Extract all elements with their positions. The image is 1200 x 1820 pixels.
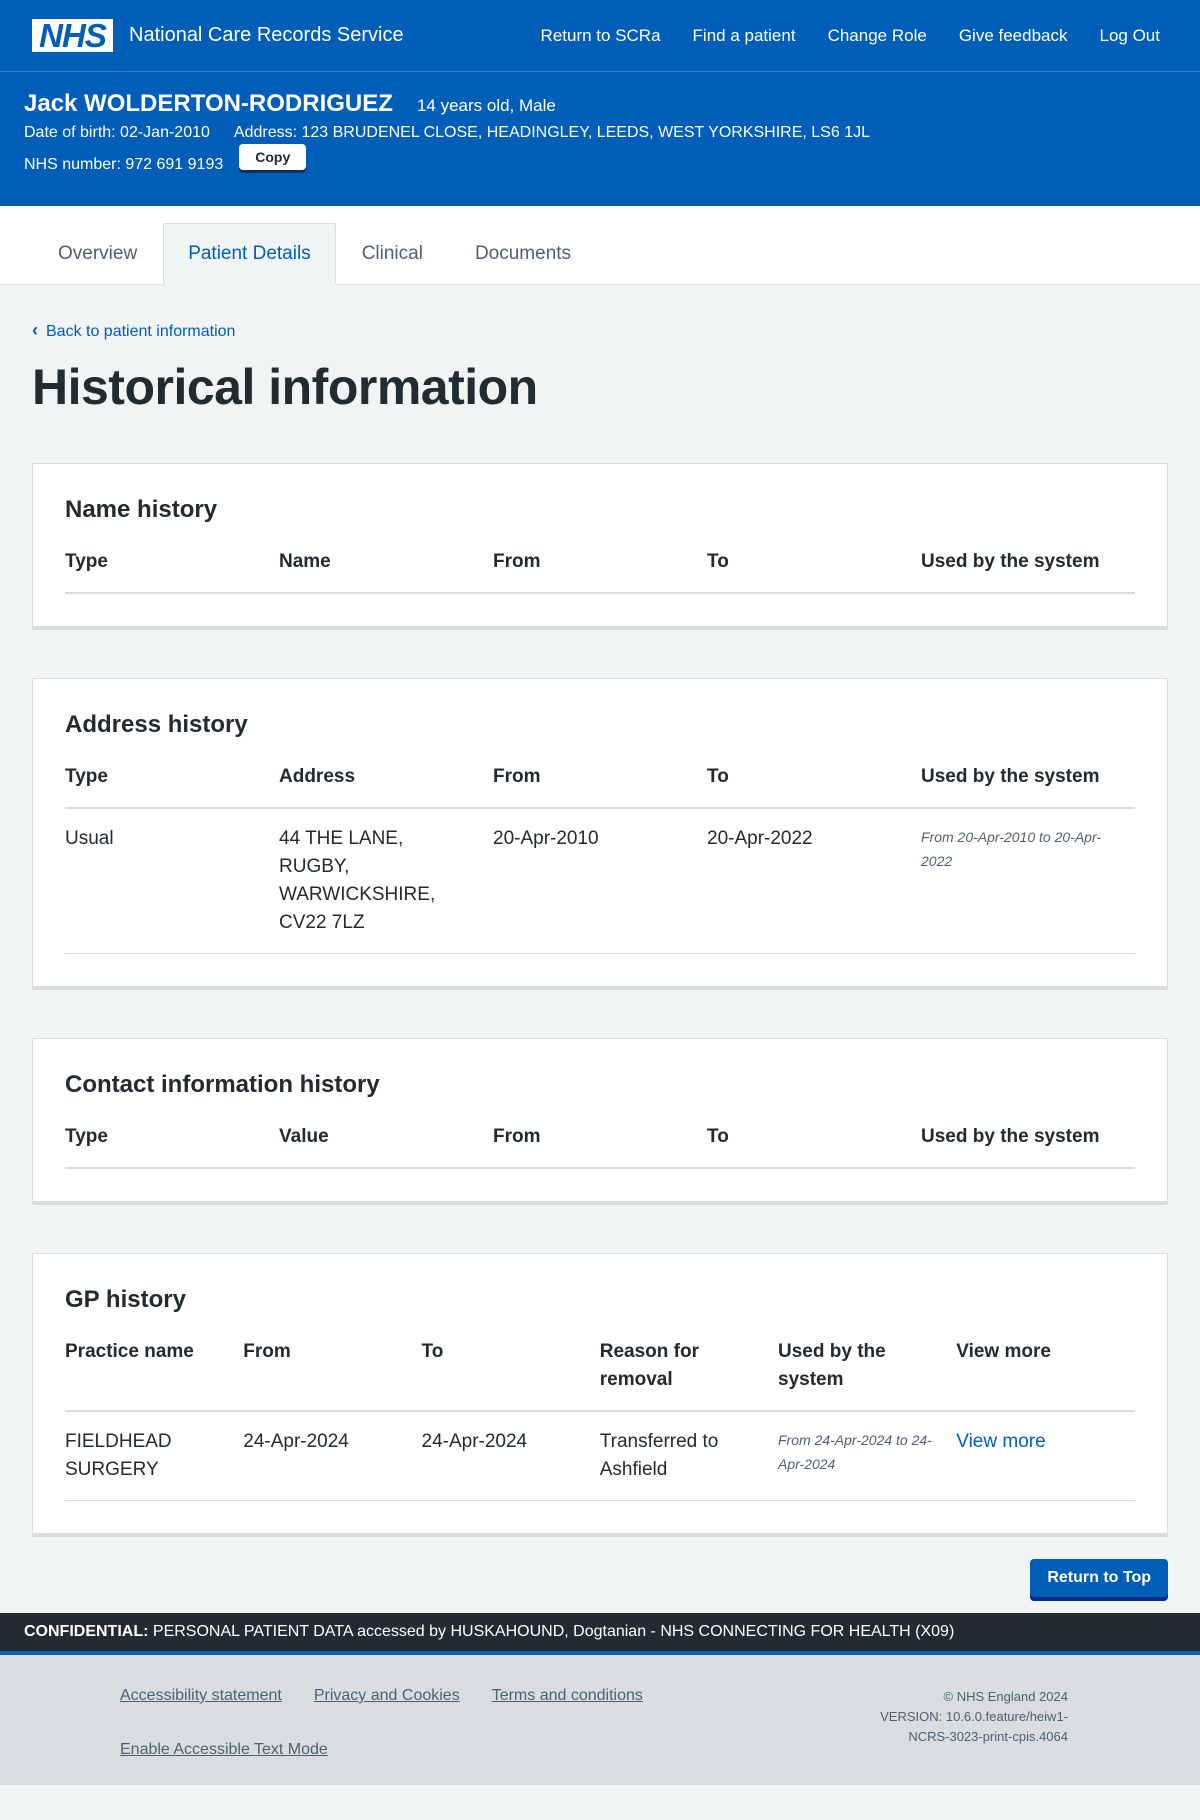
gp-practice-name: FIELDHEAD SURGERY [65, 1411, 244, 1501]
address-history-title: Address history [65, 711, 248, 738]
column-header: View more [956, 1338, 1135, 1412]
address-history-card: Address history Type Address From To Use… [32, 678, 1168, 990]
version-info: VERSION: 10.6.0.feature/heiw1-NCRS-3023-… [880, 1709, 1068, 1744]
tab-overview[interactable]: Overview [32, 223, 163, 285]
name-history-card: Name history Type Name From To Used by t… [32, 463, 1168, 630]
column-header: From [493, 763, 707, 809]
nhs-logo[interactable]: NHS [32, 19, 113, 52]
patient-name: Jack WOLDERTON-RODRIGUEZ [24, 90, 393, 117]
confidential-label: CONFIDENTIAL: [24, 1623, 149, 1640]
confidential-banner: CONFIDENTIAL: PERSONAL PATIENT DATA acce… [0, 1613, 1200, 1655]
column-header: From [493, 548, 707, 594]
gp-to: 24-Apr-2024 [421, 1411, 600, 1501]
gp-history-table: Practice name From To Reason for removal… [65, 1338, 1135, 1501]
site-footer: Accessibility statement Privacy and Cook… [0, 1655, 1200, 1785]
confidential-text: PERSONAL PATIENT DATA accessed by HUSKAH… [152, 1623, 955, 1640]
contact-history-card: Contact information history Type Value F… [32, 1038, 1168, 1205]
column-header: Name [279, 548, 493, 594]
column-header: Type [65, 548, 279, 594]
column-header: From [493, 1123, 707, 1169]
column-header: Used by the system [921, 763, 1135, 809]
table-row: FIELDHEAD SURGERY 24-Apr-2024 24-Apr-202… [65, 1411, 1135, 1501]
column-header: Practice name [65, 1338, 244, 1412]
address-value: 44 THE LANE, RUGBY, WARWICKSHIRE, CV22 7… [279, 808, 493, 954]
gp-history-title: GP history [65, 1286, 186, 1313]
gp-used-by-system: From 24-Apr-2024 to 24-Apr-2024 [778, 1411, 957, 1501]
nav-return-to-scra[interactable]: Return to SCRa [525, 26, 677, 46]
column-header: Reason for removal [599, 1338, 778, 1412]
address-from: 20-Apr-2010 [493, 808, 707, 954]
table-header-row: Type Name From To Used by the system [65, 548, 1135, 594]
column-header: Address [279, 763, 493, 809]
address-history-table: Type Address From To Used by the system … [65, 763, 1135, 954]
patient-nhs-number: NHS number: 972 691 9193 [24, 156, 224, 173]
column-header: Used by the system [921, 548, 1135, 594]
tab-clinical[interactable]: Clinical [336, 223, 449, 285]
column-header: Used by the system [778, 1338, 957, 1412]
back-link[interactable]: ‹ Back to patient information [32, 320, 236, 342]
table-header-row: Type Value From To Used by the system [65, 1123, 1135, 1169]
return-to-top-button[interactable]: Return to Top [1030, 1559, 1168, 1597]
nav-give-feedback[interactable]: Give feedback [943, 26, 1084, 46]
table-row: Usual 44 THE LANE, RUGBY, WARWICKSHIRE, … [65, 808, 1135, 954]
return-to-top-wrap: Return to Top [32, 1559, 1168, 1597]
patient-banner: Jack WOLDERTON-RODRIGUEZ 14 years old, M… [0, 72, 1200, 206]
main-content: ‹ Back to patient information Historical… [0, 285, 1200, 1597]
patient-age-sex: 14 years old, Male [416, 96, 556, 115]
tab-bar: Overview Patient Details Clinical Docume… [0, 206, 1200, 285]
column-header: Type [65, 1123, 279, 1169]
patient-address: Address: 123 BRUDENEL CLOSE, HEADINGLEY,… [233, 124, 870, 141]
footer-links: Accessibility statement Privacy and Cook… [120, 1687, 720, 1785]
footer-link-terms[interactable]: Terms and conditions [492, 1687, 643, 1731]
back-link-label: Back to patient information [46, 322, 236, 340]
header-nav: Return to SCRa Find a patient Change Rol… [525, 26, 1168, 46]
gp-history-card: GP history Practice name From To Reason … [32, 1253, 1168, 1537]
page-title: Historical information [32, 359, 538, 415]
column-header: From [243, 1338, 422, 1412]
address-type: Usual [65, 808, 279, 954]
column-header: To [707, 763, 921, 809]
footer-link-accessible-text-mode[interactable]: Enable Accessible Text Mode [120, 1741, 328, 1785]
nav-find-a-patient[interactable]: Find a patient [677, 26, 812, 46]
patient-dob: Date of birth: 02-Jan-2010 [24, 124, 210, 141]
nav-change-role[interactable]: Change Role [812, 26, 943, 46]
column-header: Value [279, 1123, 493, 1169]
view-more-link[interactable]: View more [956, 1431, 1045, 1452]
site-header: NHS National Care Records Service Return… [0, 0, 1200, 72]
nav-log-out[interactable]: Log Out [1084, 26, 1169, 46]
copyright: © NHS England 2024 [943, 1689, 1069, 1704]
column-header: To [707, 548, 921, 594]
column-header: Used by the system [921, 1123, 1135, 1169]
column-header: To [421, 1338, 600, 1412]
address-to: 20-Apr-2022 [707, 808, 921, 954]
footer-link-accessibility[interactable]: Accessibility statement [120, 1687, 282, 1731]
name-history-title: Name history [65, 496, 218, 523]
gp-from: 24-Apr-2024 [243, 1411, 422, 1501]
footer-link-privacy[interactable]: Privacy and Cookies [314, 1687, 460, 1731]
service-name[interactable]: National Care Records Service [129, 24, 404, 47]
gp-reason-for-removal: Transferred to Ashfield [599, 1411, 778, 1501]
chevron-left-icon: ‹ [32, 320, 38, 340]
contact-history-title: Contact information history [65, 1071, 380, 1098]
column-header: Type [65, 763, 279, 809]
column-header: To [707, 1123, 921, 1169]
tab-patient-details[interactable]: Patient Details [163, 223, 336, 285]
footer-meta: © NHS England 2024 VERSION: 10.6.0.featu… [848, 1687, 1068, 1785]
address-used-by-system: From 20-Apr-2010 to 20-Apr-2022 [921, 808, 1135, 954]
table-header-row: Practice name From To Reason for removal… [65, 1338, 1135, 1412]
table-header-row: Type Address From To Used by the system [65, 763, 1135, 809]
copy-nhs-number-button[interactable]: Copy [239, 144, 307, 170]
tab-documents[interactable]: Documents [449, 223, 597, 285]
contact-history-table: Type Value From To Used by the system [65, 1123, 1135, 1169]
name-history-table: Type Name From To Used by the system [65, 548, 1135, 594]
